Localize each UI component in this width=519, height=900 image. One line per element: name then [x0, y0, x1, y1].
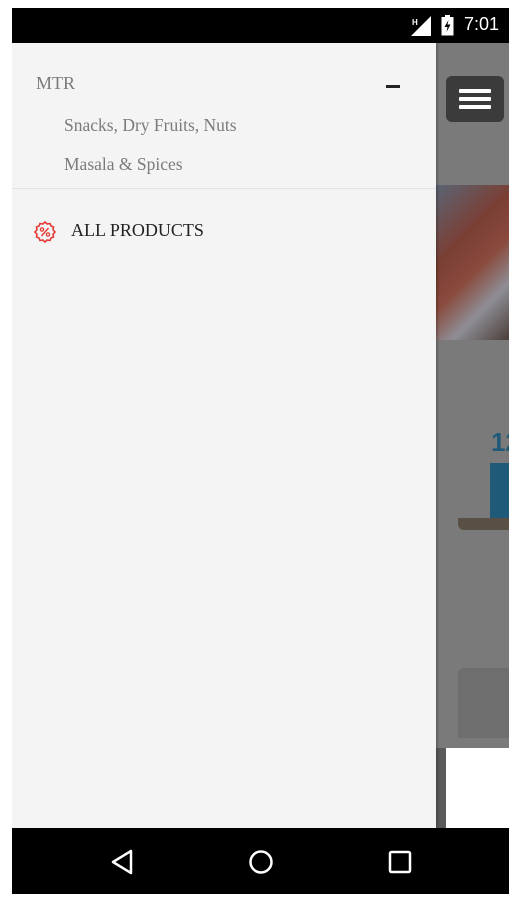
category-header-mtr[interactable]: MTR [36, 73, 75, 94]
divider [12, 188, 436, 189]
navigation-bar [12, 828, 509, 894]
subcategory-item[interactable]: Snacks, Dry Fruits, Nuts [64, 115, 237, 136]
status-bar: H 7:01 [12, 8, 509, 43]
phone-screen: H 7:01 12 MTR Snacks, Dry Fruits, Nuts M… [12, 8, 509, 894]
promo-number: 12 [491, 427, 509, 457]
cell-signal-icon: H [411, 16, 431, 36]
hamburger-menu-button[interactable] [446, 76, 504, 122]
back-icon[interactable] [109, 848, 137, 876]
home-icon[interactable] [247, 848, 275, 876]
white-panel [446, 748, 509, 828]
promo-shelf [458, 518, 509, 530]
battery-icon [441, 15, 454, 36]
banner-image [436, 185, 509, 340]
menu-bar [459, 97, 491, 101]
panel-edge [436, 748, 446, 828]
menu-bar [459, 89, 491, 93]
recents-icon[interactable] [386, 848, 414, 876]
product-card [458, 668, 509, 738]
promo-box [490, 463, 509, 523]
discount-badge-icon [34, 221, 56, 243]
svg-text:H: H [412, 18, 418, 27]
all-products-item[interactable]: ALL PRODUCTS [34, 219, 334, 245]
status-time: 7:01 [463, 14, 499, 34]
collapse-icon[interactable] [386, 85, 400, 88]
navigation-drawer: MTR Snacks, Dry Fruits, Nuts Masala & Sp… [12, 43, 436, 828]
menu-bar [459, 105, 491, 109]
subcategory-item[interactable]: Masala & Spices [64, 154, 183, 175]
promo-image: 12 [458, 423, 509, 543]
all-products-label: ALL PRODUCTS [71, 220, 204, 240]
